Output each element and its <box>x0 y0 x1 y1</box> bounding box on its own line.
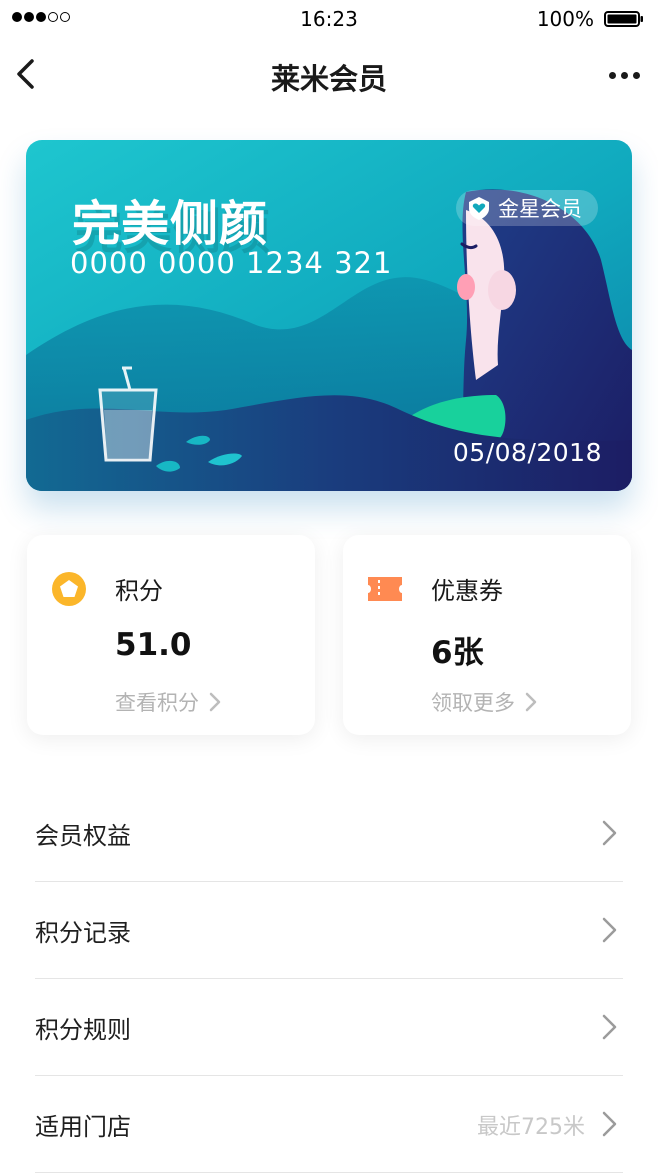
view-points-link[interactable]: 查看积分 <box>115 687 221 717</box>
member-card[interactable]: 完美侧颜 0000 0000 1234 321 金星会员 05/08/2018 <box>26 140 632 491</box>
list-item-member-benefits[interactable]: 会员权益 <box>35 785 623 882</box>
heart-shield-icon <box>469 197 489 220</box>
coupons-value: 6张 <box>431 635 484 671</box>
get-more-coupons-link[interactable]: 领取更多 <box>431 687 537 717</box>
card-date: 05/08/2018 <box>452 438 602 467</box>
more-horizontal-icon[interactable] <box>609 72 640 79</box>
battery-icon <box>604 11 643 27</box>
points-badge-icon <box>52 572 86 606</box>
points-label: 积分 <box>115 577 163 605</box>
nearest-store-distance: 最近725米 <box>477 1115 585 1140</box>
list-item-label: 积分记录 <box>35 919 131 947</box>
member-level-badge: 金星会员 <box>456 190 598 226</box>
page-title: 莱米会员 <box>270 62 387 96</box>
points-value: 51.0 <box>115 627 192 663</box>
coupons-label: 优惠券 <box>431 577 503 605</box>
card-number: 0000 0000 1234 321 <box>70 246 393 280</box>
coupon-ticket-icon <box>368 577 402 601</box>
points-tile[interactable]: 积分 51.0 查看积分 <box>27 535 315 735</box>
list-item-label: 适用门店 <box>35 1113 131 1141</box>
coupons-tile[interactable]: 优惠券 6张 领取更多 <box>343 535 631 735</box>
get-more-label: 领取更多 <box>431 691 515 715</box>
battery-percentage: 100% <box>536 7 594 31</box>
list-item-applicable-stores[interactable]: 适用门店 最近725米 <box>35 1076 623 1173</box>
list-item-points-history[interactable]: 积分记录 <box>35 882 623 979</box>
navigation-bar: 莱米会员 <box>0 38 658 112</box>
chevron-right-icon <box>525 692 537 712</box>
list-item-label: 会员权益 <box>35 822 131 850</box>
chevron-right-icon <box>602 820 617 846</box>
status-bar: 16:23 100% <box>0 0 658 38</box>
chevron-right-icon <box>602 1111 617 1137</box>
card-title: 完美侧颜 <box>72 196 269 252</box>
menu-list: 会员权益 积分记录 积分规则 适用门店 最近725米 <box>35 785 623 1173</box>
chevron-right-icon <box>209 692 221 712</box>
list-item-label: 积分规则 <box>35 1016 131 1044</box>
list-item-points-rules[interactable]: 积分规则 <box>35 979 623 1076</box>
badge-label: 金星会员 <box>498 197 582 221</box>
chevron-right-icon <box>602 917 617 943</box>
chevron-right-icon <box>602 1014 617 1040</box>
view-points-label: 查看积分 <box>115 691 199 715</box>
